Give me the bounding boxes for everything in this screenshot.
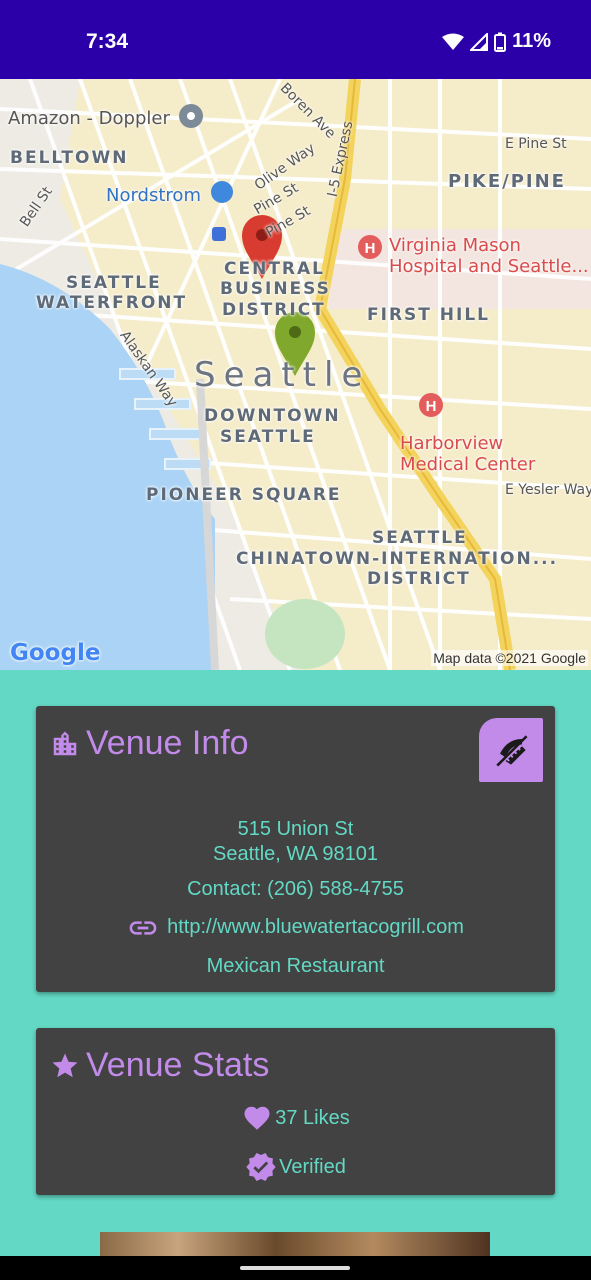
map-label-central-3: DISTRICT (222, 300, 326, 320)
venue-website-row[interactable]: http://www.bluewatertacogrill.com (36, 916, 555, 939)
map-label-central-1: CENTRAL (224, 259, 325, 279)
venue-stats-title: Venue Stats (86, 1046, 270, 1084)
no-food-icon (496, 735, 528, 767)
venue-info-header: Venue Info (50, 724, 249, 763)
status-icons: 11% (442, 30, 551, 53)
cell-signal-icon (470, 32, 489, 51)
venue-category: Mexican Restaurant (206, 955, 385, 977)
map-view[interactable]: H H Amazon - Doppler BELLTOWN Nordstrom … (0, 79, 591, 670)
map-label-chinatown-1: SEATTLE (372, 528, 468, 548)
map-label-chinatown-3: DISTRICT (367, 569, 471, 589)
map-label-downtown-1: DOWNTOWN (204, 406, 341, 426)
star-icon (52, 1053, 78, 1077)
venue-address-line2: Seattle, WA 98101 (213, 843, 378, 865)
venue-info-title: Venue Info (86, 724, 249, 762)
svg-text:H: H (426, 398, 437, 415)
map-label-seattle: Seattle (194, 355, 371, 395)
link-icon (129, 920, 157, 935)
map-label-e-pine-st: E Pine St (505, 136, 567, 152)
map-label-amazon: Amazon - Doppler (8, 108, 170, 129)
verified-badge-icon (246, 1153, 276, 1181)
map-label-harborview: Harborview Medical Center (400, 433, 536, 475)
poi-virginia-mason-icon: H (358, 235, 382, 259)
map-label-e-yesler-way: E Yesler Way (505, 482, 591, 498)
map-label-pike-pine: PIKE/PINE (448, 171, 566, 192)
map-label-belltown: BELLTOWN (10, 148, 129, 168)
svg-text:H: H (365, 240, 376, 257)
map-label-central-2: BUSINESS (220, 279, 331, 299)
no-food-toggle-button[interactable] (479, 718, 543, 782)
venue-stats-header: Venue Stats (50, 1046, 269, 1085)
map-label-virginia-mason: Virginia Mason Hospital and Seattle... (389, 235, 589, 277)
venue-info-card: Venue Info 515 Union St Seattle, WA 9810… (36, 706, 555, 992)
status-time: 7:34 (86, 30, 129, 53)
map-label-pioneer-square: PIONEER SQUARE (146, 485, 342, 505)
poi-amazon-icon (179, 104, 203, 128)
map-label-waterfront-1: SEATTLE (66, 273, 162, 293)
venue-verified-label: Verified (279, 1155, 346, 1178)
venue-contact[interactable]: Contact: (206) 588-4755 (36, 878, 555, 901)
city-icon (53, 731, 77, 755)
map-label-first-hill: FIRST HILL (367, 305, 491, 325)
map-attribution[interactable]: Map data ©2021 Google (431, 650, 588, 666)
google-logo[interactable]: Google (10, 640, 100, 666)
poi-harborview-icon: H (419, 393, 443, 417)
battery-percent: 11% (512, 30, 551, 52)
status-bar: 7:34 11% (0, 0, 591, 79)
wifi-icon (442, 33, 465, 50)
venue-website-link[interactable]: http://www.bluewatertacogrill.com (167, 916, 464, 939)
map-label-downtown-2: SEATTLE (220, 427, 316, 447)
heart-icon (244, 1106, 270, 1130)
venue-likes-row: 37 Likes (36, 1103, 555, 1133)
gesture-handle[interactable] (240, 1266, 350, 1270)
venue-verified-row: Verified (36, 1151, 555, 1183)
map-label-nordstrom: Nordstrom (106, 185, 201, 206)
battery-icon (494, 32, 507, 52)
map-label-chinatown-2: CHINATOWN-INTERNATION... (236, 549, 559, 569)
navigation-bar (0, 1256, 591, 1280)
venue-likes-count: 37 Likes (275, 1106, 350, 1129)
venue-stats-card: Venue Stats 37 Likes Verified (36, 1028, 555, 1195)
venue-address-line1: 515 Union St (237, 818, 354, 840)
map-label-waterfront-2: WATERFRONT (36, 293, 188, 313)
